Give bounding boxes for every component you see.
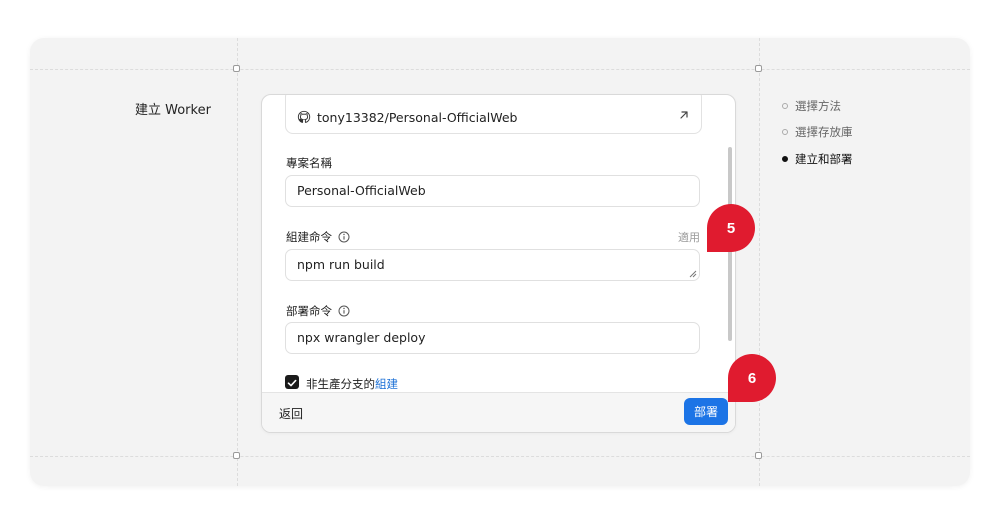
external-link-icon[interactable] (677, 108, 691, 122)
step-label: 選擇方法 (795, 98, 841, 113)
non-production-text: 非生產分支的組建 (306, 376, 398, 392)
step-choose-method[interactable]: 選擇方法 (782, 98, 853, 113)
build-link[interactable]: 組建 (375, 377, 398, 391)
step-dot (782, 102, 788, 109)
repository-box: tony13382/Personal-OfficialWeb (285, 95, 702, 134)
form-scroll-area[interactable]: tony13382/Personal-OfficialWeb 專案名稱 Pers… (262, 95, 735, 392)
resize-grip-icon[interactable] (689, 270, 697, 278)
guide-line (759, 38, 760, 486)
info-icon[interactable] (338, 305, 350, 317)
non-production-checkbox[interactable] (285, 375, 299, 389)
guide-line (30, 69, 970, 70)
build-command-input[interactable]: npm run build (285, 249, 700, 281)
guide-line (30, 456, 970, 457)
deploy-command-value: npx wrangler deploy (297, 330, 426, 345)
deploy-button[interactable]: 部署 (684, 398, 728, 425)
back-button[interactable]: 返回 (279, 405, 303, 422)
wizard-canvas: 建立 Worker 選擇方法 選擇存放庫 建立和部署 tony13382/Per… (30, 38, 970, 486)
step-dot (782, 129, 788, 135)
step-badge-6: 6 (728, 354, 776, 402)
project-name-input[interactable]: Personal-OfficialWeb (285, 175, 700, 207)
build-command-label-text: 組建命令 (286, 230, 332, 244)
step-choose-repository[interactable]: 選擇存放庫 (782, 125, 853, 139)
project-name-label-text: 專案名稱 (286, 156, 332, 170)
section-title: 建立 Worker (135, 103, 211, 118)
guide-line (237, 38, 238, 486)
info-icon[interactable] (338, 231, 350, 243)
step-build-and-deploy[interactable]: 建立和部署 (782, 151, 853, 166)
build-command-label: 組建命令 (286, 229, 350, 245)
deploy-command-label: 部署命令 (286, 303, 350, 319)
build-command-value: npm run build (297, 257, 385, 272)
repository-name: tony13382/Personal-OfficialWeb (317, 110, 518, 125)
github-icon (297, 110, 311, 123)
corner-handle (233, 452, 240, 459)
deploy-command-label-text: 部署命令 (286, 304, 332, 318)
project-name-label: 專案名稱 (286, 155, 332, 171)
card-footer: 返回 部署 (262, 392, 735, 432)
step-dot (782, 155, 788, 162)
corner-handle (755, 65, 762, 72)
deploy-command-input[interactable]: npx wrangler deploy (285, 322, 700, 354)
checkmark-icon (287, 379, 297, 387)
step-label: 建立和部署 (795, 151, 853, 166)
apply-link[interactable]: 適用 (678, 229, 700, 245)
non-production-label: 非生產分支的 (306, 377, 375, 391)
create-worker-card: tony13382/Personal-OfficialWeb 專案名稱 Pers… (261, 94, 736, 433)
corner-handle (233, 65, 240, 72)
step-label: 選擇存放庫 (795, 125, 853, 139)
project-name-value: Personal-OfficialWeb (297, 183, 426, 198)
corner-handle (755, 452, 762, 459)
step-list: 選擇方法 選擇存放庫 建立和部署 (782, 99, 853, 179)
step-badge-5: 5 (707, 204, 755, 252)
